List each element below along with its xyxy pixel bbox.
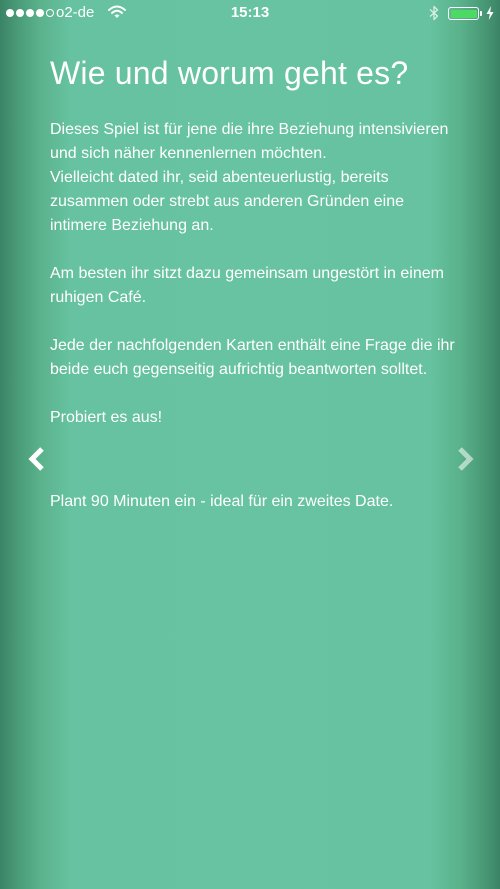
setting-paragraph: Am besten ihr sitzt dazu gemeinsam unges… <box>50 265 444 306</box>
duration-note: Plant 90 Minuten ein - ideal für ein zwe… <box>50 493 394 510</box>
charging-icon <box>486 6 494 20</box>
page-title: Wie und worum geht es? <box>50 55 409 91</box>
chevron-right-icon[interactable] <box>455 446 475 472</box>
intro-paragraph: Dieses Spiel ist für jene die ihre Bezie… <box>50 121 449 234</box>
battery-level <box>450 9 477 18</box>
call-to-action: Probiert es aus! <box>50 409 163 426</box>
status-bar: o2-de 15:13 <box>0 0 500 28</box>
intro-content: Wie und worum geht es? Dieses Spiel ist … <box>50 52 455 514</box>
clock: 15:13 <box>230 4 270 21</box>
bluetooth-icon <box>429 5 439 21</box>
battery-tip <box>480 11 482 16</box>
rules-paragraph: Jede der nachfolgenden Karten enthält ei… <box>50 337 455 378</box>
chevron-left-icon[interactable] <box>27 446 47 472</box>
battery-icon <box>448 7 479 20</box>
